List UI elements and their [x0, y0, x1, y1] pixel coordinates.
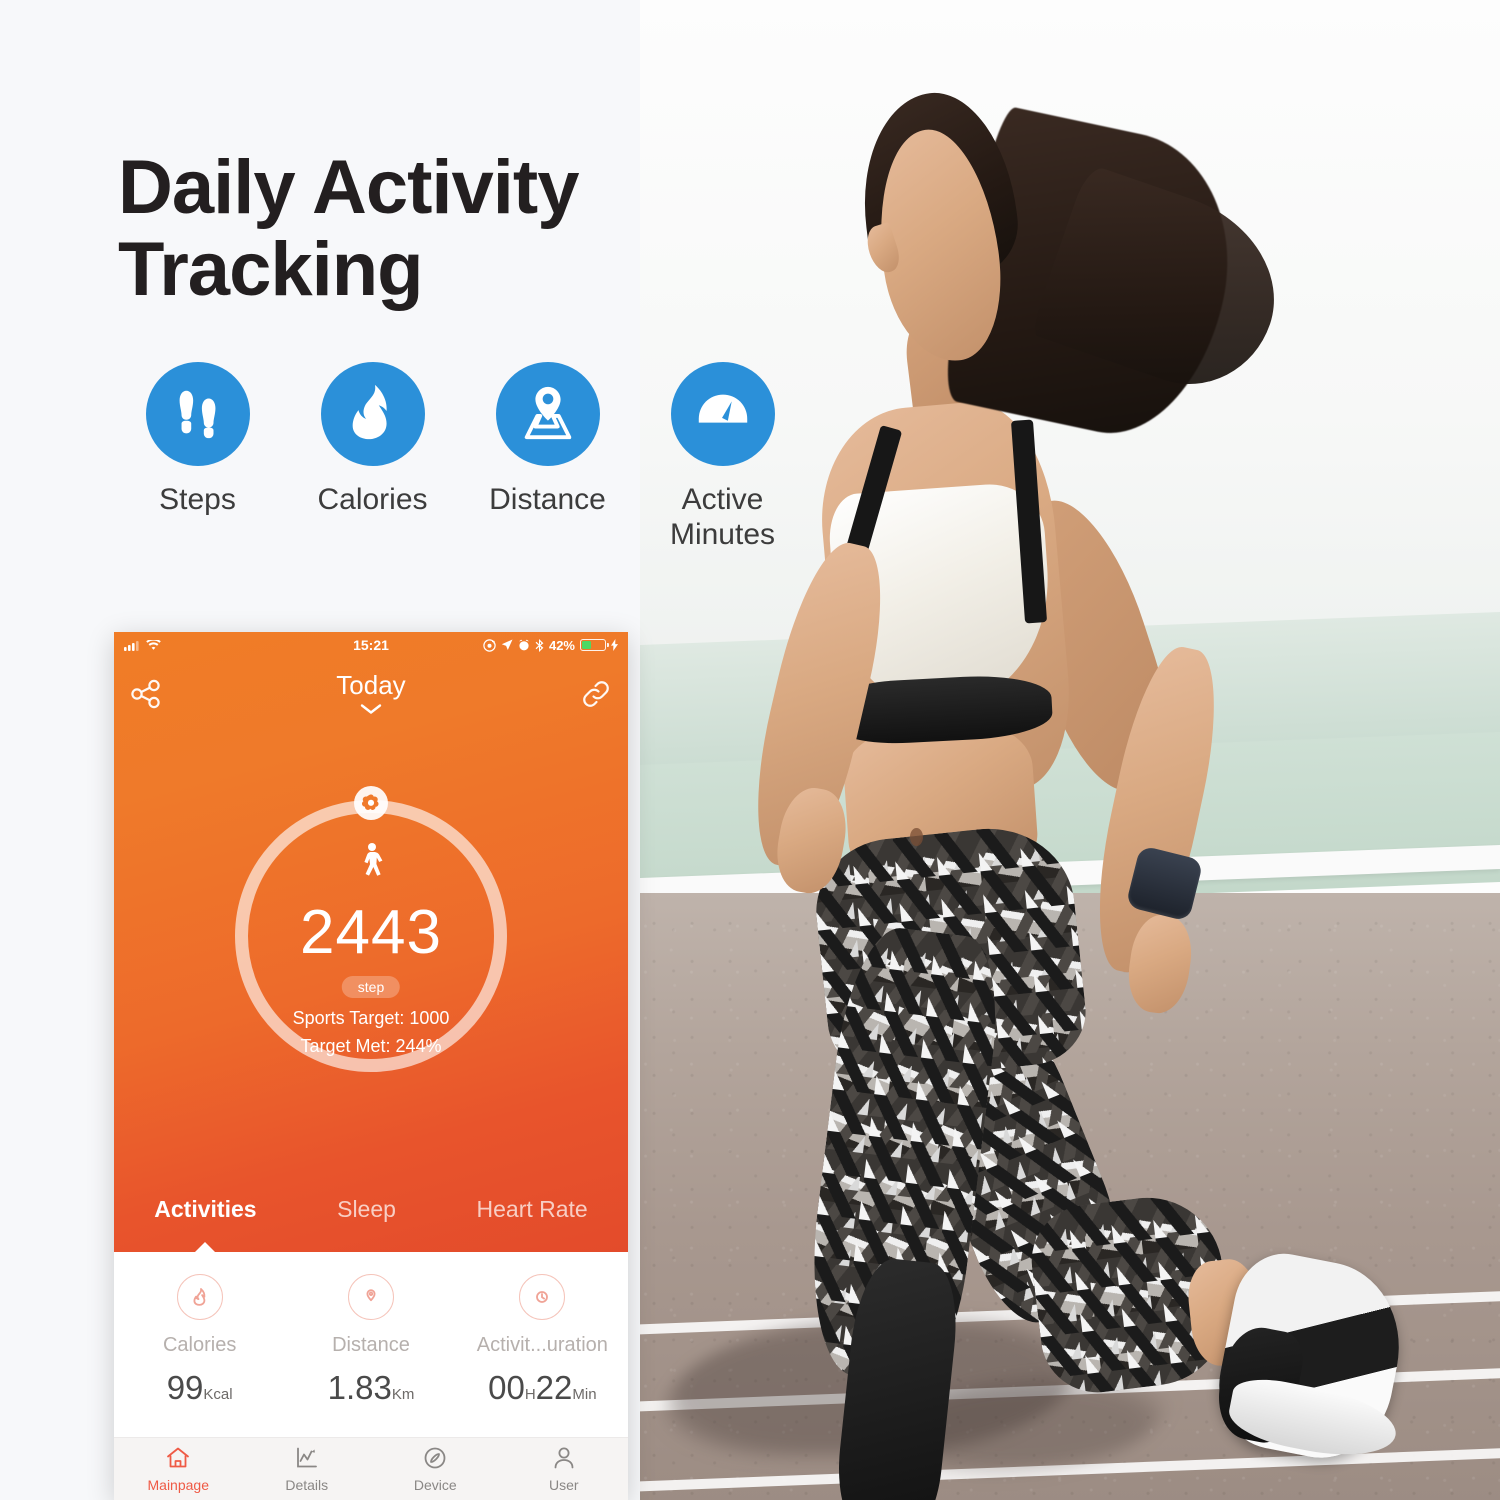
- flame-icon: [342, 381, 404, 448]
- stat-number: 00: [488, 1369, 525, 1406]
- stat-number: 1.83: [327, 1369, 392, 1406]
- speedometer-icon: [692, 381, 754, 448]
- bottom-nav-label: User: [548, 1477, 579, 1493]
- bottom-navigation-bar: Mainpage Details Device User: [114, 1437, 628, 1500]
- link-chain-icon[interactable]: [576, 674, 616, 714]
- steps-icon-badge: [145, 362, 250, 466]
- stat-value: 99Kcal: [167, 1369, 233, 1407]
- tab-activities[interactable]: Activities: [154, 1196, 256, 1233]
- compass-icon: [422, 1445, 448, 1474]
- active-minutes-icon-badge: [670, 362, 775, 466]
- tab-heart-rate[interactable]: Heart Rate: [477, 1196, 588, 1233]
- bottom-nav-label: Details: [285, 1477, 329, 1493]
- battery-icon: [580, 639, 609, 651]
- duration-clock-circle-icon: [519, 1274, 566, 1320]
- feature-label: Distance: [489, 483, 606, 516]
- activity-stats-row: Calories 99Kcal Distance 1.83Km Activit.…: [114, 1252, 628, 1442]
- bottom-nav-mainpage[interactable]: Mainpage: [114, 1438, 243, 1500]
- app-nav-bar: Today: [114, 658, 628, 720]
- stat-unit: Km: [391, 1386, 415, 1403]
- tab-sleep[interactable]: Sleep: [337, 1196, 396, 1233]
- charging-bolt-icon: [611, 639, 618, 651]
- bluetooth-icon: [535, 638, 544, 652]
- map-pin-icon: [517, 381, 579, 448]
- feature-active-minutes: Active Minutes: [635, 362, 810, 553]
- rotation-lock-icon: [483, 638, 496, 652]
- status-bar: 15:21 42%: [114, 632, 628, 658]
- bottom-nav-user[interactable]: User: [500, 1438, 629, 1500]
- footprints-icon: [167, 381, 229, 448]
- calories-icon-badge: [320, 362, 425, 466]
- alarm-clock-icon: [518, 639, 530, 651]
- bottom-nav-label: Device: [413, 1477, 457, 1493]
- stat-calories[interactable]: Calories 99Kcal: [114, 1252, 285, 1442]
- feature-list: Steps Calories Distance Active Minutes: [110, 362, 810, 553]
- app-tab-bar: Activities Sleep Heart Rate: [114, 1184, 628, 1252]
- flower-badge-icon: [354, 786, 388, 820]
- calories-flame-circle-icon: [176, 1274, 223, 1320]
- person-icon: [551, 1445, 577, 1474]
- phone-screenshot: 15:21 42% Today 2443 step Sports Target:…: [114, 632, 628, 1500]
- stat-number-2: 22: [535, 1369, 573, 1406]
- stat-unit: H: [524, 1386, 536, 1403]
- stat-value: 1.83Km: [328, 1369, 415, 1407]
- stat-unit-2: Min: [572, 1386, 597, 1403]
- nav-title[interactable]: Today: [114, 670, 628, 701]
- feature-distance: Distance: [460, 362, 635, 553]
- distance-pin-circle-icon: [347, 1274, 394, 1320]
- stat-number: 99: [166, 1369, 204, 1406]
- bottom-nav-device[interactable]: Device: [371, 1438, 500, 1500]
- step-count-value: 2443: [300, 898, 442, 967]
- page-title: Daily Activity Tracking: [118, 144, 579, 312]
- sports-target-label: Sports Target: 1000: [292, 1008, 450, 1028]
- runner-photo: [640, 0, 1500, 1500]
- feature-steps: Steps: [110, 362, 285, 553]
- distance-icon-badge: [495, 362, 600, 466]
- stat-unit: Kcal: [203, 1386, 233, 1403]
- feature-label: Steps: [159, 483, 236, 516]
- feature-label: Calories: [317, 483, 428, 516]
- chart-icon: [294, 1445, 320, 1474]
- bottom-nav-label: Mainpage: [147, 1477, 210, 1493]
- step-unit-pill: step: [341, 976, 401, 998]
- stat-distance[interactable]: Distance 1.83Km: [285, 1252, 456, 1442]
- walking-person-icon: [354, 842, 388, 882]
- location-arrow-icon: [501, 639, 513, 651]
- feature-label: Active Minutes: [669, 483, 776, 552]
- target-met-label: Target Met: 244%: [300, 1036, 442, 1056]
- stat-label: Activit...uration: [476, 1334, 608, 1356]
- chevron-down-icon[interactable]: [114, 702, 628, 720]
- stat-label: Calories: [162, 1334, 237, 1356]
- stat-value: 00H22Min: [488, 1369, 596, 1407]
- stat-activity-duration[interactable]: Activit...uration 00H22Min: [457, 1252, 628, 1442]
- bottom-nav-details[interactable]: Details: [243, 1438, 372, 1500]
- runner-navel: [910, 828, 923, 846]
- battery-percent-label: 42%: [548, 637, 575, 653]
- step-progress-ring[interactable]: 2443 step Sports Target: 1000 Target Met…: [235, 786, 507, 1072]
- stat-label: Distance: [332, 1334, 410, 1356]
- feature-calories: Calories: [285, 362, 460, 553]
- home-icon: [165, 1445, 191, 1474]
- runner-figure: [640, 0, 1500, 1500]
